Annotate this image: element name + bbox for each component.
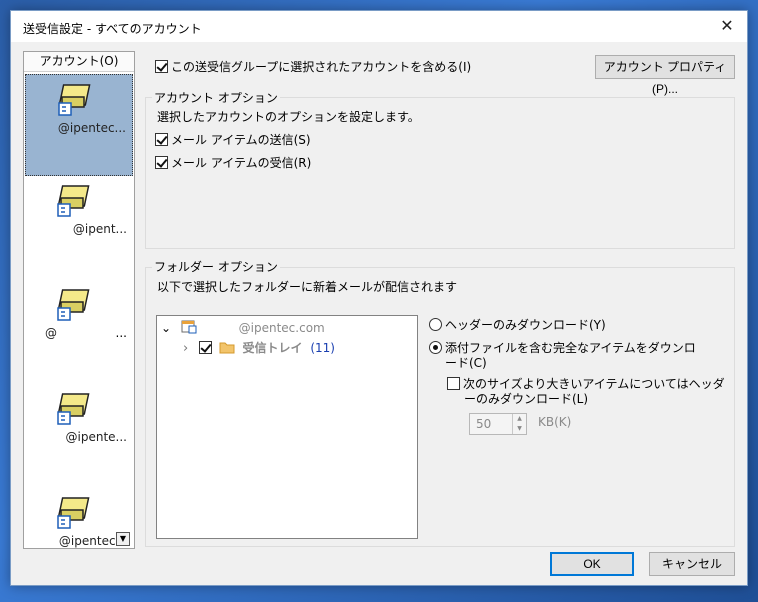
expand-icon[interactable]: ⌄	[161, 321, 175, 335]
inbox-folder-icon	[219, 342, 235, 354]
mail-account-icon	[57, 185, 90, 217]
account-list-header: アカウント(O)	[24, 52, 134, 72]
account-item[interactable]: @ipent...	[25, 176, 133, 278]
send-receive-settings-dialog: 送受信設定 - すべてのアカウント ✕ アカウント(O) @ipentec...…	[10, 10, 748, 586]
full-items-label-line2: ード(C)	[445, 356, 487, 370]
account-options-description: 選択したアカウントのオプションを設定します。	[157, 110, 420, 124]
account-label: @	[45, 326, 57, 340]
stepper-buttons[interactable]: ▲ ▼	[512, 414, 526, 434]
size-unit-label: KB(K)	[538, 415, 572, 429]
close-icon[interactable]: ✕	[713, 13, 741, 39]
account-item[interactable]: @ ...	[25, 280, 133, 382]
inbox-label: 受信トレイ	[242, 341, 303, 355]
cancel-button[interactable]: キャンセル	[649, 552, 735, 576]
account-label: @ipentec...	[57, 121, 126, 135]
mail-account-icon	[57, 289, 90, 321]
headers-only-radio[interactable]: ヘッダーのみダウンロード(Y)	[429, 316, 606, 333]
window-title: 送受信設定 - すべてのアカウント	[23, 22, 202, 36]
mail-account-icon	[57, 393, 90, 425]
checkbox-box[interactable]	[155, 60, 168, 73]
headers-only-label: ヘッダーのみダウンロード(Y)	[445, 318, 606, 332]
account-item[interactable]: @ipentec...	[25, 74, 133, 176]
mail-account-icon	[58, 84, 91, 116]
account-label: @ipente...	[65, 430, 127, 444]
size-limit-stepper[interactable]: 50 ▲ ▼	[469, 413, 527, 435]
include-account-checkbox[interactable]: この送受信グループに選択されたアカウントを含める(I)	[155, 58, 471, 75]
account-options-legend: アカウント オプション	[152, 89, 280, 106]
folder-tree[interactable]: ⌄ @ipentec.com › 受信トレイ (11)	[156, 315, 418, 539]
include-account-label: この送受信グループに選択されたアカウントを含める(I)	[171, 60, 472, 74]
ok-button[interactable]: OK	[550, 552, 634, 576]
account-label-suffix: ...	[115, 326, 127, 340]
checkbox-box[interactable]	[155, 156, 168, 169]
size-limit-value: 50	[476, 417, 492, 431]
scroll-down-button[interactable]: ▼	[116, 532, 130, 546]
radio-circle[interactable]	[429, 318, 442, 331]
checkbox-box[interactable]	[155, 133, 168, 146]
radio-circle[interactable]	[429, 341, 442, 354]
account-folder-icon	[181, 320, 197, 334]
step-up-icon[interactable]: ▲	[513, 414, 526, 424]
tree-inbox-node[interactable]: › 受信トレイ (11)	[183, 339, 335, 356]
receive-mail-checkbox[interactable]: メール アイテムの受信(R)	[155, 154, 311, 171]
inbox-count: (11)	[310, 341, 335, 355]
account-item[interactable]: @ipente...	[25, 384, 133, 486]
tree-root-node[interactable]: ⌄ @ipentec.com	[161, 320, 325, 335]
size-limit-label-line2: ーのみダウンロード(L)	[464, 392, 589, 406]
full-items-label-line1: 添付ファイルを含む完全なアイテムをダウンロ	[445, 341, 696, 355]
collapsed-icon[interactable]: ›	[183, 341, 195, 356]
receive-mail-label: メール アイテムの受信(R)	[171, 156, 312, 170]
tree-root-label: @ipentec.com	[238, 321, 325, 335]
folder-options-description: 以下で選択したフォルダーに新着メールが配信されます	[157, 280, 458, 294]
account-label: @ipent...	[72, 222, 127, 236]
step-down-icon[interactable]: ▼	[513, 424, 526, 434]
title-bar: 送受信設定 - すべてのアカウント ✕	[11, 11, 747, 42]
account-properties-button[interactable]: アカウント プロパティ(P)...	[595, 55, 735, 96]
size-limit-label-line1: 次のサイズより大きいアイテムについてはヘッダ	[463, 377, 725, 391]
checkbox-box[interactable]	[447, 377, 460, 390]
mail-account-icon	[57, 497, 90, 529]
send-mail-checkbox[interactable]: メール アイテムの送信(S)	[155, 131, 311, 148]
folder-options-legend: フォルダー オプション	[152, 258, 280, 275]
account-list[interactable]: アカウント(O) @ipentec... @ipent... @ ... @ip…	[23, 51, 135, 549]
inbox-checkbox[interactable]	[198, 341, 212, 354]
send-mail-label: メール アイテムの送信(S)	[171, 133, 311, 147]
